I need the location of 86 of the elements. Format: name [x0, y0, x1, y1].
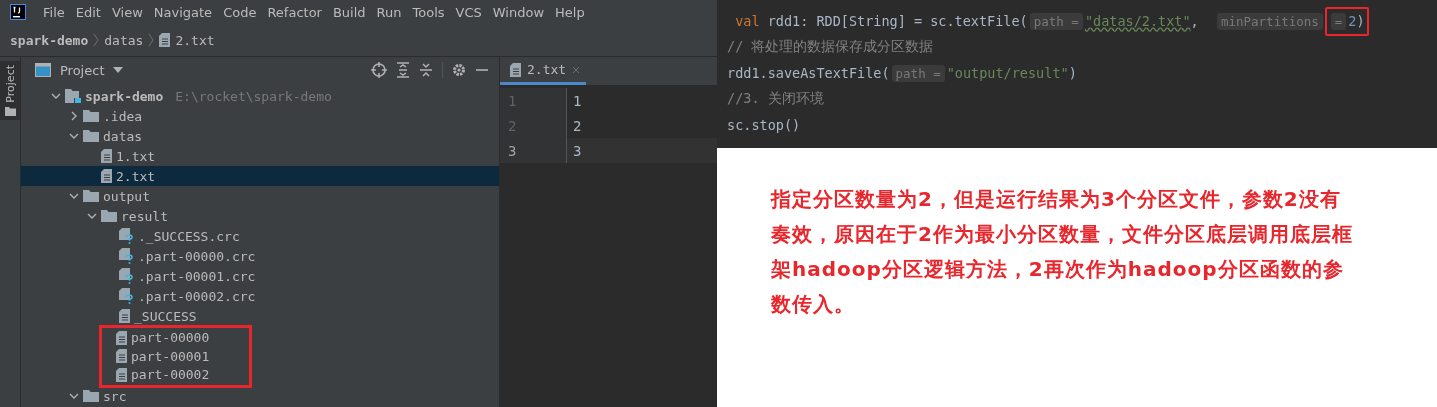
breadcrumb-item[interactable]: spark-demo: [10, 32, 89, 48]
menu-item[interactable]: Tools: [412, 4, 445, 20]
project-window-icon: [35, 63, 51, 77]
expand-all-icon[interactable]: [396, 62, 410, 78]
folder-icon: [83, 130, 99, 142]
chevron-right-icon: [93, 33, 100, 47]
breadcrumb-item[interactable]: 2.txt: [175, 32, 215, 48]
code-token: sc.stop(): [727, 117, 801, 133]
menu-item[interactable]: Refactor: [267, 4, 322, 20]
code-token: val: [734, 13, 761, 29]
parameter-hint: path =: [891, 64, 945, 82]
breadcrumb-item[interactable]: datas: [104, 32, 144, 48]
code-token: ): [1068, 65, 1077, 81]
tree-item[interactable]: _SUCCESS: [134, 308, 197, 324]
menu-item[interactable]: File: [43, 4, 65, 20]
code-token: "output/result": [946, 65, 1069, 81]
unknown-file-icon: [119, 228, 134, 244]
menu-item[interactable]: Edit: [75, 4, 101, 20]
unknown-file-icon: [119, 288, 134, 304]
code-text: 1: [572, 92, 582, 109]
chevron-right-icon: [148, 33, 155, 47]
tree-item[interactable]: result: [121, 208, 168, 224]
path-hint: E:\rocket\spark-demo: [175, 88, 332, 104]
code-token: //3. 关闭环境: [727, 90, 824, 108]
menu-item[interactable]: Build: [332, 4, 366, 20]
folder-icon: [83, 190, 99, 202]
collapse-all-icon[interactable]: [419, 62, 433, 78]
tree-item[interactable]: 1.txt: [116, 148, 156, 164]
tree-item[interactable]: spark-demo: [85, 88, 164, 104]
menu-item[interactable]: Code: [223, 4, 257, 20]
settings-icon[interactable]: [452, 63, 466, 77]
file-icon: [159, 33, 171, 47]
tree-item[interactable]: datas: [103, 128, 143, 144]
locate-icon[interactable]: [371, 62, 387, 78]
code-token: "datas/2.txt": [1084, 13, 1191, 29]
file-icon: [101, 149, 112, 163]
menu-item[interactable]: VCS: [455, 4, 482, 20]
folder-icon: [83, 110, 99, 122]
unknown-file-icon: [119, 268, 134, 284]
annotation-text: 指定分区数量为2，但是运行结果为3个分区文件，参数2没有奏效，原因在于2作为最小分区数量，文件分区底层调用底层框架hadoop分区逻辑方法，2再次作为hadoop分区函数的参数传入。: [771, 186, 1354, 318]
code-text: 3: [572, 142, 582, 159]
tree-item[interactable]: output: [103, 188, 150, 204]
chevron-down-icon[interactable]: [69, 393, 79, 399]
module-folder-icon: [65, 89, 81, 103]
tree-item[interactable]: src: [103, 388, 127, 404]
folder-icon: [101, 210, 117, 222]
caret-icon[interactable]: [113, 67, 124, 73]
menu-item[interactable]: Window: [492, 4, 545, 20]
file-icon: [116, 330, 127, 345]
menu-item[interactable]: Run: [376, 4, 402, 20]
app-logo-icon: [10, 4, 26, 20]
tree-item[interactable]: .part-00002.crc: [138, 288, 256, 304]
file-icon: [116, 349, 127, 363]
parameter-hint: minPartitions: [1216, 12, 1323, 30]
code-token: rdd1: RDD[String] = sc.textFile(: [767, 13, 1028, 29]
code-token: ): [1356, 13, 1365, 29]
file-icon: [101, 169, 112, 183]
file-icon: [510, 62, 521, 77]
folder-icon: [83, 390, 99, 402]
tree-item[interactable]: ._SUCCESS.crc: [138, 228, 240, 244]
menu-item[interactable]: View: [111, 4, 143, 20]
tree-item[interactable]: part-00001: [131, 348, 210, 364]
chevron-down-icon[interactable]: [87, 213, 97, 219]
folder-icon: [4, 106, 16, 116]
menu-item[interactable]: Navigate: [153, 4, 213, 20]
chevron-right-icon[interactable]: [71, 111, 77, 121]
code-token: ,: [1190, 13, 1200, 29]
chevron-down-icon[interactable]: [69, 193, 79, 199]
unknown-file-icon: [119, 248, 134, 264]
chevron-down-icon[interactable]: [51, 93, 61, 99]
menu-item[interactable]: Help: [555, 4, 585, 20]
code-text: 2: [572, 117, 582, 134]
project-side-tab[interactable]: Project: [0, 61, 20, 120]
file-icon: [116, 367, 127, 382]
tree-item[interactable]: 2.txt: [116, 168, 156, 184]
chevron-down-icon[interactable]: [69, 133, 79, 139]
parameter-hint: =: [1330, 12, 1347, 30]
tree-item[interactable]: .part-00001.crc: [138, 268, 256, 284]
file-icon: [119, 309, 130, 323]
code-token: 2: [1348, 13, 1357, 29]
tree-item[interactable]: .part-00000.crc: [138, 248, 256, 264]
parameter-hint: path =: [1029, 12, 1083, 30]
tree-item[interactable]: .idea: [103, 108, 143, 124]
panel-title[interactable]: Project: [60, 62, 105, 78]
code-token: // 将处理的数据保存成分区数据: [727, 38, 934, 56]
code-token: rdd1.saveAsTextFile(: [727, 65, 890, 81]
